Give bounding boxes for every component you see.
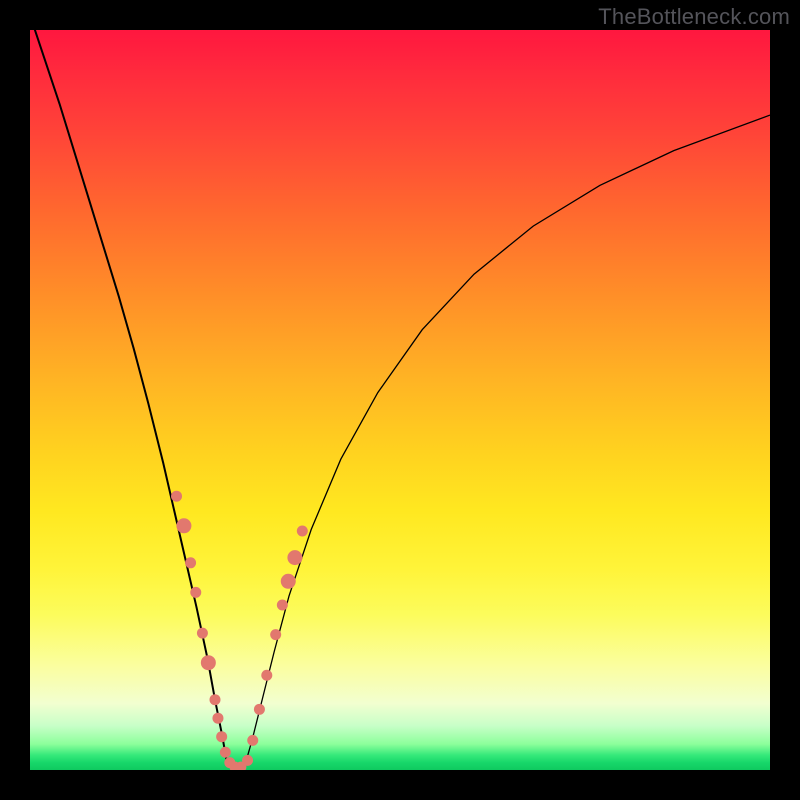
marker-group bbox=[171, 491, 308, 770]
data-marker bbox=[210, 694, 221, 705]
data-marker bbox=[220, 747, 231, 758]
data-marker bbox=[297, 525, 308, 536]
data-marker bbox=[190, 587, 201, 598]
data-marker bbox=[281, 574, 296, 589]
data-marker bbox=[176, 518, 191, 533]
data-marker bbox=[197, 628, 208, 639]
data-marker bbox=[185, 557, 196, 568]
data-marker bbox=[171, 491, 182, 502]
chart-frame: TheBottleneck.com bbox=[0, 0, 800, 800]
data-marker bbox=[216, 731, 227, 742]
data-marker bbox=[201, 655, 216, 670]
data-marker bbox=[247, 735, 258, 746]
data-marker bbox=[270, 629, 281, 640]
curve-right bbox=[245, 115, 770, 766]
data-marker bbox=[254, 704, 265, 715]
data-marker bbox=[212, 713, 223, 724]
watermark-text: TheBottleneck.com bbox=[598, 4, 790, 30]
data-marker bbox=[277, 599, 288, 610]
chart-svg bbox=[30, 30, 770, 770]
curve-left bbox=[30, 30, 228, 766]
plot-area bbox=[30, 30, 770, 770]
data-marker bbox=[261, 670, 272, 681]
data-marker bbox=[287, 550, 302, 565]
data-marker bbox=[242, 755, 253, 766]
